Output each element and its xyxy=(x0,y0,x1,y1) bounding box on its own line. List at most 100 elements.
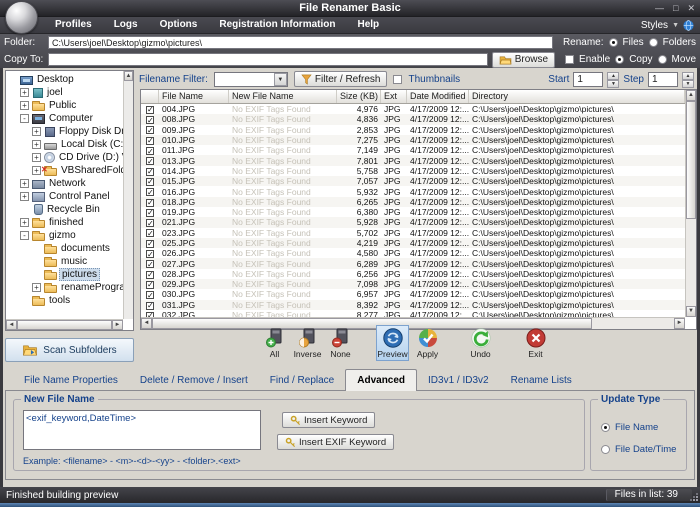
filename-filter-dropdown[interactable]: ▼ xyxy=(214,72,288,87)
file-row[interactable]: 015.JPGNo EXIF Tags Found7,057JPG4/17/20… xyxy=(141,176,685,186)
exit-button[interactable]: Exit xyxy=(519,325,552,361)
styles-dropdown[interactable]: Styles ▼ xyxy=(641,17,694,34)
file-row[interactable]: 018.JPGNo EXIF Tags Found6,265JPG4/17/20… xyxy=(141,197,685,207)
scrollbar-thumb[interactable] xyxy=(17,320,112,330)
expand-icon[interactable]: + xyxy=(32,140,41,149)
file-row[interactable]: 031.JPGNo EXIF Tags Found8,392JPG4/17/20… xyxy=(141,300,685,310)
maximize-button[interactable]: □ xyxy=(673,1,678,16)
expand-icon[interactable]: + xyxy=(20,179,29,188)
file-row[interactable]: 016.JPGNo EXIF Tags Found5,932JPG4/17/20… xyxy=(141,186,685,196)
scroll-left-icon[interactable]: ◄ xyxy=(6,320,17,330)
file-row[interactable]: 023.JPGNo EXIF Tags Found5,702JPG4/17/20… xyxy=(141,228,685,238)
checkbox-column-header[interactable] xyxy=(141,90,159,103)
tree-item-gizmo[interactable]: -gizmo xyxy=(7,229,123,242)
row-checkbox[interactable] xyxy=(146,209,154,217)
tab-delete-remove-insert[interactable]: Delete / Remove / Insert xyxy=(129,371,259,391)
file-row[interactable]: 030.JPGNo EXIF Tags Found6,957JPG4/17/20… xyxy=(141,289,685,299)
row-checkbox[interactable] xyxy=(146,260,154,268)
copyto-path-input[interactable] xyxy=(48,53,488,66)
insert-keyword-button[interactable]: Insert Keyword xyxy=(282,412,375,428)
tree-horizontal-scrollbar[interactable]: ◄ ► xyxy=(6,319,123,330)
file-row[interactable]: 028.JPGNo EXIF Tags Found6,256JPG4/17/20… xyxy=(141,269,685,279)
tab-file-name-properties[interactable]: File Name Properties xyxy=(13,371,129,391)
row-checkbox[interactable] xyxy=(146,116,154,124)
resize-grip-icon[interactable] xyxy=(689,492,698,501)
file-row[interactable]: 014.JPGNo EXIF Tags Found5,758JPG4/17/20… xyxy=(141,166,685,176)
new-file-name-input[interactable]: <exif_keyword,DateTime> xyxy=(23,410,261,450)
row-checkbox[interactable] xyxy=(146,302,154,310)
file-row[interactable]: 032.JPGNo EXIF Tags Found8,277JPG4/17/20… xyxy=(141,310,685,317)
scroll-right-icon[interactable]: ► xyxy=(674,318,685,329)
row-checkbox[interactable] xyxy=(146,250,154,258)
tree-item-desktop[interactable]: Desktop xyxy=(7,73,123,86)
row-checkbox[interactable] xyxy=(146,188,154,196)
update-filename-radio[interactable] xyxy=(601,423,610,432)
row-checkbox[interactable] xyxy=(146,126,154,134)
column-header-date-modified[interactable]: Date Modified xyxy=(407,90,469,103)
file-row[interactable]: 026.JPGNo EXIF Tags Found4,580JPG4/17/20… xyxy=(141,248,685,258)
move-radio[interactable] xyxy=(658,55,667,64)
tree-item-public[interactable]: +Public xyxy=(7,99,123,112)
tree-item-computer[interactable]: -Computer xyxy=(7,112,123,125)
file-row[interactable]: 019.JPGNo EXIF Tags Found6,380JPG4/17/20… xyxy=(141,207,685,217)
scan-subfolders-button[interactable]: Scan Subfolders xyxy=(5,338,134,362)
row-checkbox[interactable] xyxy=(146,219,154,227)
none-button[interactable]: None xyxy=(324,325,357,361)
tab-rename-lists[interactable]: Rename Lists xyxy=(500,371,583,391)
expand-icon[interactable]: + xyxy=(20,218,29,227)
tree-item-music[interactable]: music xyxy=(7,255,123,268)
expand-icon[interactable]: + xyxy=(20,192,29,201)
update-filedate-radio[interactable] xyxy=(601,445,610,454)
row-checkbox[interactable] xyxy=(146,291,154,299)
row-checkbox[interactable] xyxy=(146,157,154,165)
column-header-directory[interactable]: Directory xyxy=(469,90,685,103)
tab-id3v1-id3v2[interactable]: ID3v1 / ID3v2 xyxy=(417,371,500,391)
menu-registration-information[interactable]: Registration Information xyxy=(208,17,346,33)
close-button[interactable]: ✕ xyxy=(687,1,695,16)
file-row[interactable]: 004.JPGNo EXIF Tags Found4,976JPG4/17/20… xyxy=(141,104,685,114)
column-header-size-kb[interactable]: Size (KB) xyxy=(337,90,381,103)
row-checkbox[interactable] xyxy=(146,229,154,237)
tab-find-replace[interactable]: Find / Replace xyxy=(259,371,345,391)
apply-button[interactable]: Apply xyxy=(411,325,444,361)
column-header-ext[interactable]: Ext xyxy=(381,90,407,103)
dropdown-arrow-icon[interactable]: ▼ xyxy=(274,73,287,86)
menu-options[interactable]: Options xyxy=(149,17,209,33)
file-row[interactable]: 025.JPGNo EXIF Tags Found4,219JPG4/17/20… xyxy=(141,238,685,248)
insert-exif-keyword-button[interactable]: Insert EXIF Keyword xyxy=(277,434,394,450)
file-row[interactable]: 013.JPGNo EXIF Tags Found7,801JPG4/17/20… xyxy=(141,155,685,165)
collapse-icon[interactable]: - xyxy=(20,114,29,123)
tree-item-local-disk-c[interactable]: +Local Disk (C:) xyxy=(7,138,123,151)
scrollbar-thumb[interactable] xyxy=(686,101,696,219)
tree-item-pictures[interactable]: pictures xyxy=(7,268,123,281)
enable-checkbox[interactable] xyxy=(565,55,574,64)
preview-button[interactable]: Preview xyxy=(376,325,409,361)
tree-item-vbsharedfolder-vboxsvr-z[interactable]: +VBSharedFolder (\\vboxsvr) (Z xyxy=(7,164,123,177)
menu-profiles[interactable]: Profiles xyxy=(44,17,103,33)
thumbnails-checkbox[interactable] xyxy=(393,75,402,84)
expand-icon[interactable]: + xyxy=(32,127,41,136)
all-button[interactable]: All xyxy=(258,325,291,361)
step-input[interactable]: 1 xyxy=(648,72,678,87)
tab-advanced[interactable]: Advanced xyxy=(345,369,417,391)
row-checkbox[interactable] xyxy=(146,147,154,155)
expand-icon[interactable]: + xyxy=(32,166,41,175)
folder-path-input[interactable] xyxy=(48,36,553,49)
undo-button[interactable]: Undo xyxy=(464,325,497,361)
tree-item-network[interactable]: +Network xyxy=(7,177,123,190)
row-checkbox[interactable] xyxy=(146,271,154,279)
row-checkbox[interactable] xyxy=(146,137,154,145)
file-row[interactable]: 010.JPGNo EXIF Tags Found7,275JPG4/17/20… xyxy=(141,135,685,145)
tree-item-cd-drive-d-virtualbox-guest[interactable]: +CD Drive (D:) VirtualBox Guest xyxy=(7,151,123,164)
tree-item-renameprograms[interactable]: +renamePrograms xyxy=(7,281,123,294)
menu-logs[interactable]: Logs xyxy=(103,17,149,33)
row-checkbox[interactable] xyxy=(146,240,154,248)
copy-radio[interactable] xyxy=(615,55,624,64)
start-input[interactable]: 1 xyxy=(573,72,603,87)
row-checkbox[interactable] xyxy=(146,178,154,186)
scroll-up-icon[interactable]: ▲ xyxy=(686,90,696,101)
row-checkbox[interactable] xyxy=(146,199,154,207)
file-row[interactable]: 021.JPGNo EXIF Tags Found5,928JPG4/17/20… xyxy=(141,217,685,227)
inverse-button[interactable]: Inverse xyxy=(291,325,324,361)
file-row[interactable]: 009.JPGNo EXIF Tags Found2,853JPG4/17/20… xyxy=(141,125,685,135)
